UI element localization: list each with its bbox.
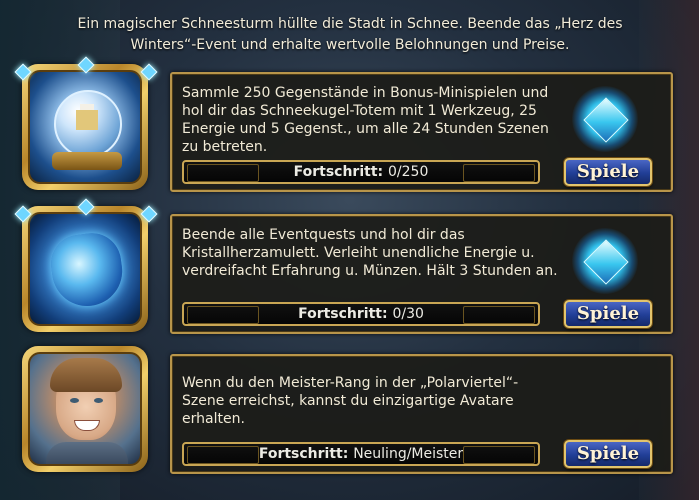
quest-row-2: Beende alle Eventquests und hol dir das … bbox=[0, 198, 699, 334]
progress-label: Fortschritt: bbox=[258, 446, 354, 462]
progress-bar: Fortschritt: Neuling/Meister bbox=[182, 442, 540, 466]
quest-panel: Wenn du den Meister-Rang in der „Polarvi… bbox=[170, 354, 673, 474]
crystal-gem-icon bbox=[572, 86, 638, 152]
quest-description: Wenn du den Meister-Rang in der „Polarvi… bbox=[182, 375, 519, 427]
progress-bar: Fortschritt: 0/250 bbox=[182, 160, 540, 184]
play-button[interactable]: Spiele bbox=[564, 440, 652, 468]
progress-label: Fortschritt: bbox=[293, 164, 388, 180]
progress-value: 0/30 bbox=[392, 306, 424, 322]
event-intro-text: Ein magischer Schneesturm hüllte die Sta… bbox=[77, 16, 623, 53]
crystal-gem-icon bbox=[572, 228, 638, 294]
play-button[interactable]: Spiele bbox=[564, 300, 652, 328]
snow-globe-icon bbox=[22, 64, 148, 190]
progress-label: Fortschritt: bbox=[298, 306, 393, 322]
progress-value: 0/250 bbox=[388, 164, 429, 180]
crystal-heart-icon bbox=[22, 206, 148, 332]
play-button[interactable]: Spiele bbox=[564, 158, 652, 186]
quest-panel: Beende alle Eventquests und hol dir das … bbox=[170, 214, 673, 334]
quest-description: Sammle 250 Gegenstände in Bonus-Minispie… bbox=[182, 85, 549, 155]
progress-bar: Fortschritt: 0/30 bbox=[182, 302, 540, 326]
quest-row-1: Sammle 250 Gegenstände in Bonus-Minispie… bbox=[0, 56, 699, 192]
quest-row-3: Wenn du den Meister-Rang in der „Polarvi… bbox=[0, 346, 699, 474]
quest-description: Beende alle Eventquests und hol dir das … bbox=[182, 227, 558, 279]
avatar-portrait-icon bbox=[22, 346, 148, 472]
quest-panel: Sammle 250 Gegenstände in Bonus-Minispie… bbox=[170, 72, 673, 192]
progress-value: Neuling/Meister bbox=[353, 446, 464, 462]
